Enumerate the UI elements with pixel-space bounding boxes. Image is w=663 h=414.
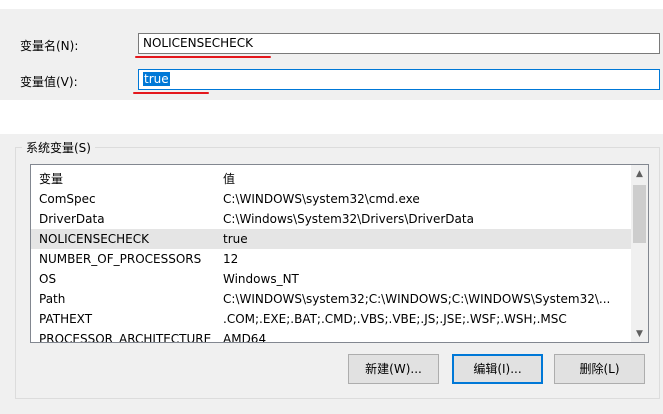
variable-value-cell: true	[223, 232, 248, 246]
scroll-up-arrow-icon[interactable]: ▲	[631, 165, 648, 182]
variable-value-label: 变量值(V):	[20, 75, 78, 89]
table-row[interactable]: Path C:\WINDOWS\system32;C:\WINDOWS;C:\WI…	[31, 289, 631, 309]
edit-button[interactable]: 编辑(I)...	[452, 354, 543, 384]
scrollbar-thumb[interactable]	[633, 185, 646, 243]
red-underline-annotation	[135, 56, 271, 58]
table-row[interactable]: PROCESSOR_ARCHITECTURE AMD64	[31, 329, 631, 343]
vertical-scrollbar[interactable]: ▲ ▼	[631, 165, 648, 342]
variable-value-cell: Windows_NT	[223, 272, 299, 286]
column-header-value[interactable]: 值	[223, 169, 631, 189]
list-header: 变量 值	[31, 169, 631, 189]
column-header-variable[interactable]: 变量	[39, 169, 219, 189]
table-row[interactable]: OS Windows_NT	[31, 269, 631, 289]
red-underline-annotation	[133, 92, 209, 94]
delete-button[interactable]: 删除(L)	[554, 354, 645, 384]
table-row[interactable]: NUMBER_OF_PROCESSORS 12	[31, 249, 631, 269]
variable-value-cell: C:\WINDOWS\system32\cmd.exe	[223, 192, 420, 206]
variable-value-cell: C:\WINDOWS\system32;C:\WINDOWS;C:\WINDOW…	[223, 292, 611, 306]
new-button[interactable]: 新建(W)...	[348, 354, 439, 384]
variable-name-cell: Path	[39, 292, 66, 306]
variable-value-cell: C:\Windows\System32\Drivers\DriverData	[223, 212, 474, 226]
variable-name-cell: ComSpec	[39, 192, 96, 206]
variable-value-cell: AMD64	[223, 332, 267, 343]
table-row[interactable]: DriverData C:\Windows\System32\Drivers\Dr…	[31, 209, 631, 229]
variable-name-label: 变量名(N):	[20, 39, 79, 53]
table-row[interactable]: ComSpec C:\WINDOWS\system32\cmd.exe	[31, 189, 631, 209]
table-row[interactable]: NOLICENSECHECK true	[31, 229, 631, 249]
variable-name-text: NOLICENSECHECK	[143, 36, 254, 50]
scroll-down-arrow-icon[interactable]: ▼	[631, 325, 648, 342]
variable-name-cell: OS	[39, 272, 57, 286]
variable-value-cell: .COM;.EXE;.BAT;.CMD;.VBS;.VBE;.JS;.JSE;.…	[223, 312, 567, 326]
variable-name-cell: PROCESSOR_ARCHITECTURE	[39, 332, 212, 343]
system-variables-list[interactable]: 变量 值 ComSpec C:\WINDOWS\system32\cmd.exe D…	[30, 164, 649, 343]
system-variables-title: 系统变量(S)	[22, 139, 95, 156]
variable-name-cell: DriverData	[39, 212, 105, 226]
variable-value-text: true	[143, 72, 170, 86]
variable-name-cell: NOLICENSECHECK	[39, 232, 150, 246]
variable-name-field[interactable]: NOLICENSECHECK	[138, 33, 660, 54]
variable-value-field[interactable]: true	[138, 69, 660, 90]
variable-value-cell: 12	[223, 252, 239, 266]
table-row[interactable]: PATHEXT .COM;.EXE;.BAT;.CMD;.VBS;.VBE;.JS…	[31, 309, 631, 329]
variable-name-cell: PATHEXT	[39, 312, 93, 326]
variable-name-cell: NUMBER_OF_PROCESSORS	[39, 252, 202, 266]
